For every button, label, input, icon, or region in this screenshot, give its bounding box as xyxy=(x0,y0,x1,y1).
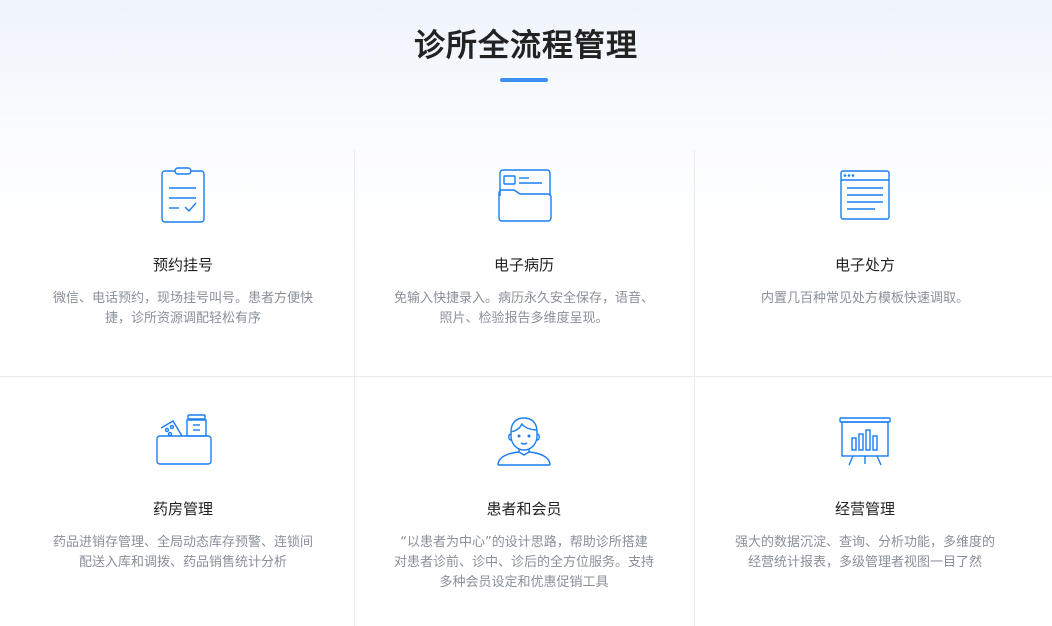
divider xyxy=(0,376,1052,377)
feature-emr[interactable]: 电子病历 免输入快捷录入。病历永久安全保存，语音、照片、检验报告多维度呈现。 xyxy=(394,166,654,329)
feature-title: 电子处方 xyxy=(834,256,895,274)
feature-prescription[interactable]: 电子处方 内置几百种常见处方模板快速调取。 xyxy=(735,166,995,309)
title-underline xyxy=(500,78,548,82)
feature-title: 患者和会员 xyxy=(486,500,562,518)
feature-appointment[interactable]: 预约挂号 微信、电话预约，现场挂号叫号。患者方便快捷，诊所资源调配轻松有序 xyxy=(53,166,313,329)
feature-description: “以患者为中心”的设计思路，帮助诊所搭建对患者诊前、诊中、诊后的全方位服务。支持… xyxy=(394,535,655,590)
page-title: 诊所全流程管理 xyxy=(414,28,638,64)
folder-record-icon xyxy=(498,169,552,222)
prescription-window-icon xyxy=(840,170,890,220)
feature-patients[interactable]: 患者和会员 “以患者为中心”的设计思路，帮助诊所搭建对患者诊前、诊中、诊后的全方… xyxy=(394,412,654,593)
feature-description: 微信、电话预约，现场挂号叫号。患者方便快捷，诊所资源调配轻松有序 xyxy=(53,291,314,326)
feature-description: 内置几百种常见处方模板快速调取。 xyxy=(760,291,969,306)
patient-avatar-icon xyxy=(497,417,551,466)
feature-title: 经营管理 xyxy=(834,500,895,518)
feature-description: 免输入快捷录入。病历永久安全保存，语音、照片、检验报告多维度呈现。 xyxy=(394,291,655,326)
feature-pharmacy[interactable]: 药房管理 药品进销存管理、全局动态库存预警、连锁间配送入库和调拨、药品销售统计分… xyxy=(53,412,313,573)
feature-operations[interactable]: 经营管理 强大的数据沉淀、查询、分析功能，多维度的经营统计报表，多级管理者视图一… xyxy=(735,412,995,573)
clipboard-icon xyxy=(161,167,205,223)
feature-title: 电子病历 xyxy=(493,256,554,274)
chart-board-icon xyxy=(839,417,891,466)
divider xyxy=(694,150,695,626)
feature-description: 药品进销存管理、全局动态库存预警、连锁间配送入库和调拨、药品销售统计分析 xyxy=(53,535,314,570)
feature-title: 预约挂号 xyxy=(152,256,213,274)
divider xyxy=(354,150,355,626)
feature-description: 强大的数据沉淀、查询、分析功能，多维度的经营统计报表，多级管理者视图一目了然 xyxy=(735,535,996,570)
feature-title: 药房管理 xyxy=(152,500,213,518)
medicine-box-icon xyxy=(156,414,212,465)
